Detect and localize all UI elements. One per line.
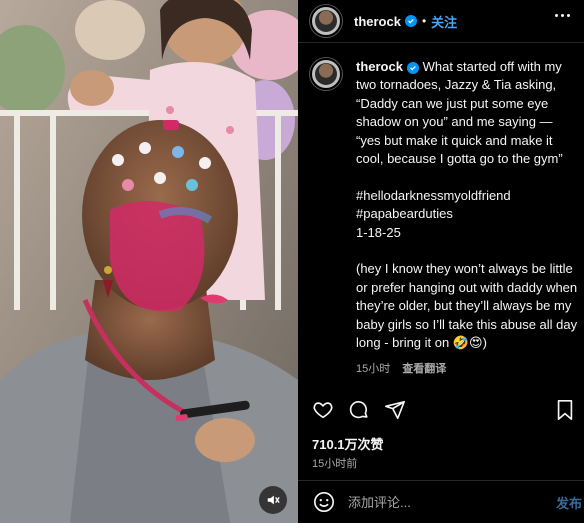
post-side-panel: therock • 关注 therock What started off wi…	[298, 0, 584, 523]
separator-dot: •	[421, 14, 427, 28]
mute-button[interactable]	[259, 486, 287, 514]
likes-count[interactable]: 710.1万次赞	[312, 434, 384, 453]
see-translation-link[interactable]: 查看翻译	[402, 360, 446, 376]
follow-button[interactable]: 关注	[431, 12, 457, 31]
comment-bar: 发布	[298, 480, 584, 523]
post-comment-button[interactable]: 发布	[556, 493, 582, 512]
caption-comment: therock What started off with my two tor…	[310, 58, 578, 376]
comment-icon[interactable]	[346, 397, 372, 423]
caption: therock What started off with my two tor…	[356, 58, 578, 353]
verified-badge-icon	[404, 15, 417, 27]
post-time: 15小时前	[312, 458, 358, 470]
post-photo	[0, 0, 298, 523]
avatar[interactable]	[310, 5, 342, 37]
bookmark-icon[interactable]	[552, 397, 578, 423]
post-header: therock • 关注	[298, 0, 584, 43]
post-media[interactable]	[0, 0, 298, 523]
share-icon[interactable]	[382, 397, 408, 423]
avatar[interactable]	[310, 58, 342, 90]
heart-icon[interactable]	[310, 397, 336, 423]
more-options-icon[interactable]	[555, 14, 570, 17]
comment-input[interactable]	[348, 494, 543, 510]
verified-badge-icon	[406, 61, 419, 74]
emoji-icon[interactable]	[312, 490, 336, 514]
caption-text: What started off with my two tornadoes, …	[356, 59, 578, 351]
action-bar	[310, 397, 578, 423]
comment-time: 15小时	[356, 362, 391, 375]
caption-meta: 15小时 查看翻译	[356, 360, 578, 376]
audio-muted-icon	[267, 495, 280, 505]
caption-username[interactable]: therock	[356, 59, 403, 74]
header-username[interactable]: therock	[354, 14, 401, 29]
